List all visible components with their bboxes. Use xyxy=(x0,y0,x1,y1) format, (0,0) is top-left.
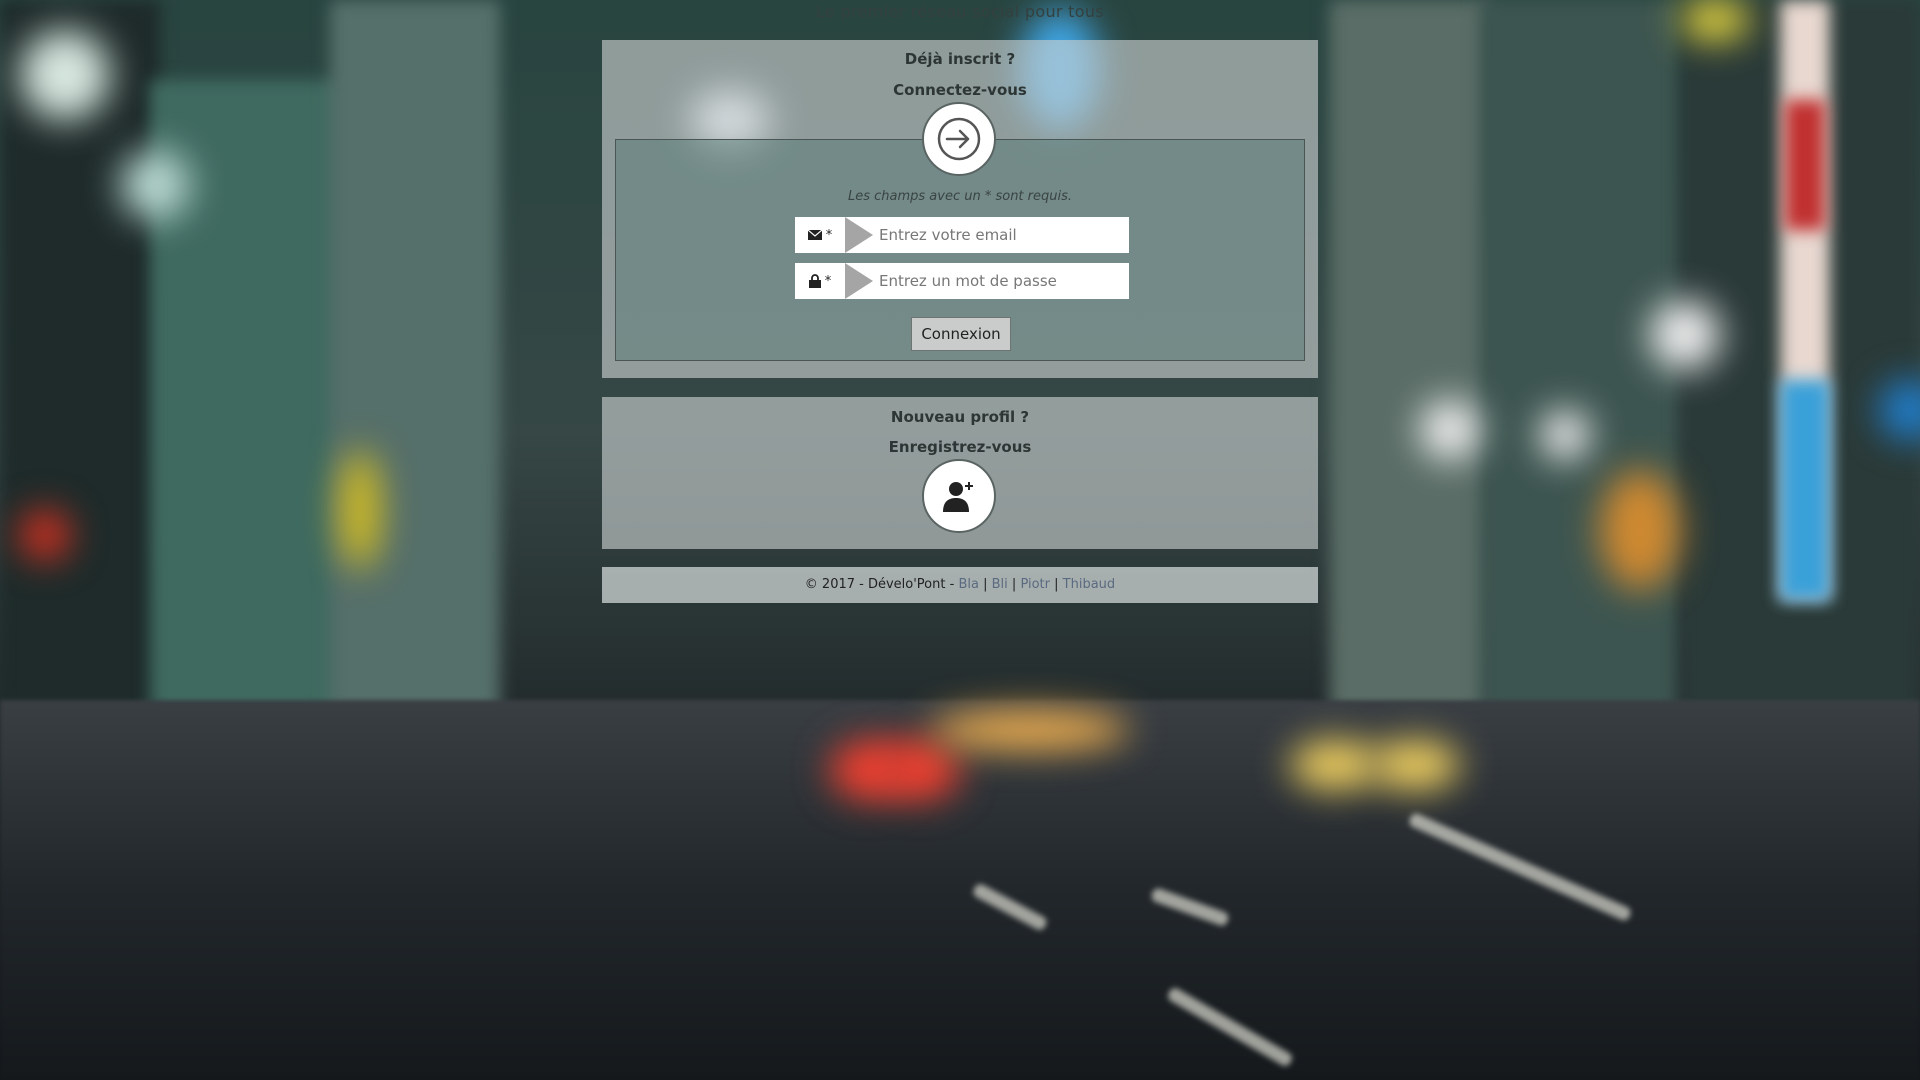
login-icon-circle xyxy=(922,102,996,176)
footer-link-piotr[interactable]: Piotr xyxy=(1020,577,1050,592)
register-heading: Nouveau profil ? xyxy=(890,408,1030,426)
envelope-icon xyxy=(807,230,822,240)
footer: © 2017 - Dévelo'Pont - Bla | Bli | Piotr… xyxy=(602,567,1318,603)
footer-text: © 2017 - Dévelo'Pont - Bla | Bli | Piotr… xyxy=(602,567,1318,603)
register-subheading: Enregistrez-vous xyxy=(888,438,1032,456)
footer-separator: | xyxy=(983,577,988,592)
required-fields-note: Les champs avec un * sont requis. xyxy=(847,189,1073,204)
footer-link-bli[interactable]: Bli xyxy=(992,577,1008,592)
login-arrow-icon xyxy=(937,117,981,161)
email-input[interactable] xyxy=(873,217,1129,253)
field-arrow-icon xyxy=(845,263,873,299)
required-marker: * xyxy=(824,273,832,289)
login-panel: Déjà inscrit ? Connectez-vous Les champs… xyxy=(602,40,1318,378)
login-heading: Déjà inscrit ? xyxy=(904,50,1016,68)
footer-link-thibaud[interactable]: Thibaud xyxy=(1063,577,1116,592)
footer-separator: | xyxy=(1011,577,1017,592)
register-panel: Nouveau profil ? Enregistrez-vous xyxy=(602,397,1318,549)
footer-separator: | xyxy=(1054,577,1059,592)
email-prefix: * xyxy=(795,217,845,253)
password-field: * xyxy=(795,263,1129,299)
email-field: * xyxy=(795,217,1129,253)
field-arrow-icon xyxy=(845,217,873,253)
required-marker: * xyxy=(825,227,833,243)
register-button[interactable] xyxy=(922,459,996,533)
password-input[interactable] xyxy=(873,263,1129,299)
tagline: Le premier réseau social pour tous xyxy=(816,2,1104,21)
footer-link-bla[interactable]: Bla xyxy=(958,577,979,592)
street xyxy=(0,700,1920,1080)
login-subheading: Connectez-vous xyxy=(893,81,1027,99)
copyright: © 2017 - Dévelo'Pont - xyxy=(804,577,955,592)
login-button[interactable]: Connexion xyxy=(911,317,1011,351)
lock-icon xyxy=(808,274,821,288)
password-prefix: * xyxy=(795,263,845,299)
add-user-icon xyxy=(943,482,973,512)
